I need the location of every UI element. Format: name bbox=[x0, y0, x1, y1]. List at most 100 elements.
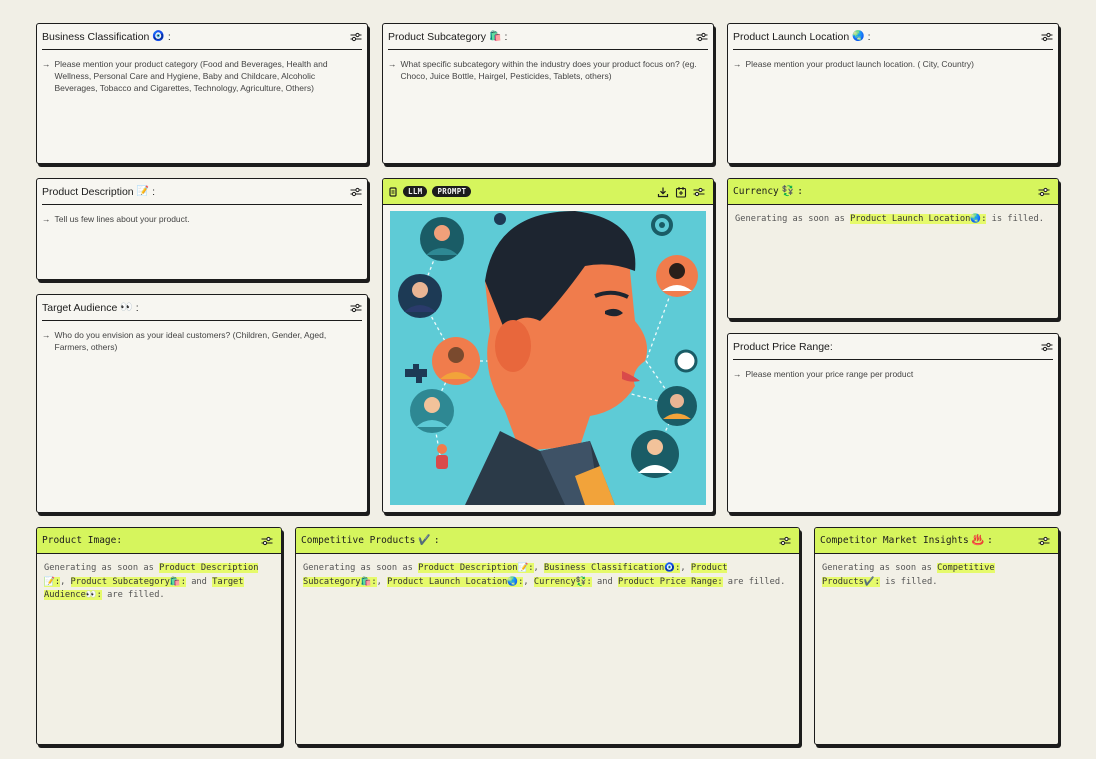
product-description-card: Product Description 📝: → Tell us few lines… bbox=[36, 178, 368, 280]
arrow-right-icon: → bbox=[733, 59, 742, 69]
card-body[interactable]: → Tell us few lines about your product. bbox=[37, 205, 367, 225]
title-text: Product Image: bbox=[42, 535, 123, 546]
dependency-chip: Product Launch Location🌏: bbox=[387, 576, 524, 587]
shopping-bags-emoji-icon: 🛍️ bbox=[489, 30, 502, 42]
title-suffix: : bbox=[135, 301, 139, 314]
generating-status: Generating as soon as Product Launch Loc… bbox=[735, 214, 1044, 224]
card-title: Currency 💱: bbox=[733, 186, 803, 197]
arrow-right-icon: → bbox=[388, 59, 397, 69]
nazar-emoji-icon: 🧿 bbox=[152, 30, 165, 42]
card-tools bbox=[657, 186, 705, 198]
title-text: Target Audience bbox=[42, 301, 118, 314]
title-text: Competitor Market Insights bbox=[820, 535, 969, 546]
globe-emoji-icon: 🌏 bbox=[852, 30, 865, 42]
arrow-right-icon: → bbox=[42, 214, 51, 224]
arrow-right-icon: → bbox=[42, 59, 51, 69]
sliders-icon[interactable] bbox=[779, 536, 791, 546]
card-body[interactable]: → Who do you envision as your ideal custo… bbox=[37, 321, 367, 353]
card-header: Product Image: bbox=[37, 528, 281, 554]
card-title: LLM PROMPT bbox=[388, 186, 472, 197]
hint-text: What specific subcategory within the ind… bbox=[400, 59, 697, 81]
sliders-icon[interactable] bbox=[1038, 536, 1050, 546]
hint-text: Please mention your product category (Fo… bbox=[54, 59, 328, 93]
title-suffix: : bbox=[167, 30, 171, 43]
product-price-range-card: Product Price Range: → Please mention you… bbox=[727, 333, 1059, 513]
memo-emoji-icon: 📝 bbox=[136, 185, 150, 197]
card-title: Product Launch Location 🌏: bbox=[733, 31, 871, 43]
title-text: Product Launch Location bbox=[733, 30, 850, 43]
eyes-emoji-icon: 👀 bbox=[120, 301, 133, 313]
title-suffix: : bbox=[987, 535, 993, 546]
title-text: Product Description bbox=[42, 185, 134, 198]
card-header: Competitive Products ✔️: bbox=[296, 528, 799, 554]
sliders-icon[interactable] bbox=[261, 536, 273, 546]
card-header: Competitor Market Insights ♨️: bbox=[815, 528, 1058, 554]
sliders-icon[interactable] bbox=[1041, 342, 1053, 352]
card-title: Product Description 📝: bbox=[42, 186, 155, 198]
card-title: Target Audience 👀: bbox=[42, 302, 139, 314]
title-suffix: : bbox=[797, 186, 803, 197]
llm-pill[interactable]: LLM bbox=[403, 186, 428, 197]
calendar-icon[interactable] bbox=[675, 186, 687, 198]
dependency-chip: Business Classification🧿: bbox=[543, 563, 681, 573]
competitor-market-insights-card: Competitor Market Insights ♨️: Generating… bbox=[814, 527, 1059, 745]
card-header: Product Price Range: bbox=[733, 334, 1053, 360]
card-header: Product Description 📝: bbox=[42, 179, 362, 205]
target-audience-card: Target Audience 👀: → Who do you envision a… bbox=[36, 294, 368, 513]
sliders-icon[interactable] bbox=[350, 303, 362, 313]
sliders-icon[interactable] bbox=[693, 187, 705, 197]
title-text: Competitive Products bbox=[301, 535, 416, 546]
sliders-icon[interactable] bbox=[696, 32, 708, 42]
dependency-chip: Product Price Range: bbox=[617, 576, 723, 587]
sliders-icon[interactable] bbox=[1038, 187, 1050, 197]
card-header: Target Audience 👀: bbox=[42, 295, 362, 321]
card-title: Competitive Products ✔️: bbox=[301, 535, 440, 546]
arrow-right-icon: → bbox=[733, 369, 742, 379]
title-text: Product Price Range: bbox=[733, 340, 833, 353]
title-suffix: : bbox=[152, 185, 155, 198]
title-suffix: : bbox=[504, 30, 508, 43]
sliders-icon[interactable] bbox=[350, 32, 362, 42]
prompt-pill[interactable]: PROMPT bbox=[432, 186, 472, 197]
card-title: Product Price Range: bbox=[733, 341, 833, 353]
dependency-chip: Product Launch Location🌏: bbox=[850, 214, 987, 224]
dependency-chip: Product Description📝: bbox=[418, 563, 534, 573]
card-title: Product Subcategory 🛍️: bbox=[388, 31, 507, 43]
generating-status: Generating as soon as Product Descriptio… bbox=[44, 563, 259, 600]
competitive-products-card: Competitive Products ✔️: Generating as so… bbox=[295, 527, 800, 745]
generated-image bbox=[390, 211, 706, 505]
product-launch-location-card: Product Launch Location 🌏: → Please mentio… bbox=[727, 23, 1059, 164]
title-text: Currency bbox=[733, 186, 779, 197]
sliders-icon[interactable] bbox=[1041, 32, 1053, 42]
check-mark-emoji-icon: ✔️ bbox=[418, 534, 431, 546]
hint-text: Who do you envision as your ideal custom… bbox=[54, 330, 327, 352]
arrow-right-icon: → bbox=[42, 330, 51, 340]
sliders-icon[interactable] bbox=[350, 187, 362, 197]
generating-status: Generating as soon as Product Descriptio… bbox=[303, 563, 786, 587]
title-text: Business Classification bbox=[42, 30, 150, 43]
currency-card: Currency 💱: Generating as soon as Product… bbox=[727, 178, 1059, 319]
card-body[interactable]: → Please mention your product category (F… bbox=[37, 50, 367, 94]
download-icon[interactable] bbox=[657, 186, 669, 198]
card-title: Competitor Market Insights ♨️: bbox=[820, 535, 993, 546]
hint-text: Please mention your price range per prod… bbox=[745, 369, 914, 379]
card-body[interactable]: → Please mention your price range per pro… bbox=[728, 360, 1058, 380]
hot-springs-emoji-icon: ♨️ bbox=[971, 534, 985, 546]
hint-text: Tell us few lines about your product. bbox=[54, 214, 190, 224]
card-header: Currency 💱: bbox=[728, 179, 1058, 205]
node-icon bbox=[389, 186, 397, 197]
title-suffix: : bbox=[433, 535, 440, 546]
currency-exchange-emoji-icon: 💱 bbox=[781, 185, 795, 197]
dependency-chip: Currency💱: bbox=[533, 576, 592, 587]
card-body[interactable]: → Please mention your product launch loca… bbox=[728, 50, 1058, 70]
card-title: Business Classification 🧿: bbox=[42, 31, 171, 43]
card-title: Product Image: bbox=[42, 535, 122, 546]
card-header: LLM PROMPT bbox=[383, 179, 713, 205]
dependency-chip: Product Subcategory🛍️: bbox=[70, 576, 186, 587]
card-header: Product Subcategory 🛍️: bbox=[388, 24, 708, 50]
card-body[interactable]: → What specific subcategory within the in… bbox=[383, 50, 713, 82]
llm-prompt-card: LLM PROMPT bbox=[382, 178, 714, 513]
product-image-card: Product Image: Generating as soon as Pro… bbox=[36, 527, 282, 745]
title-suffix: : bbox=[867, 30, 871, 43]
product-subcategory-card: Product Subcategory 🛍️: → What specific su… bbox=[382, 23, 714, 164]
